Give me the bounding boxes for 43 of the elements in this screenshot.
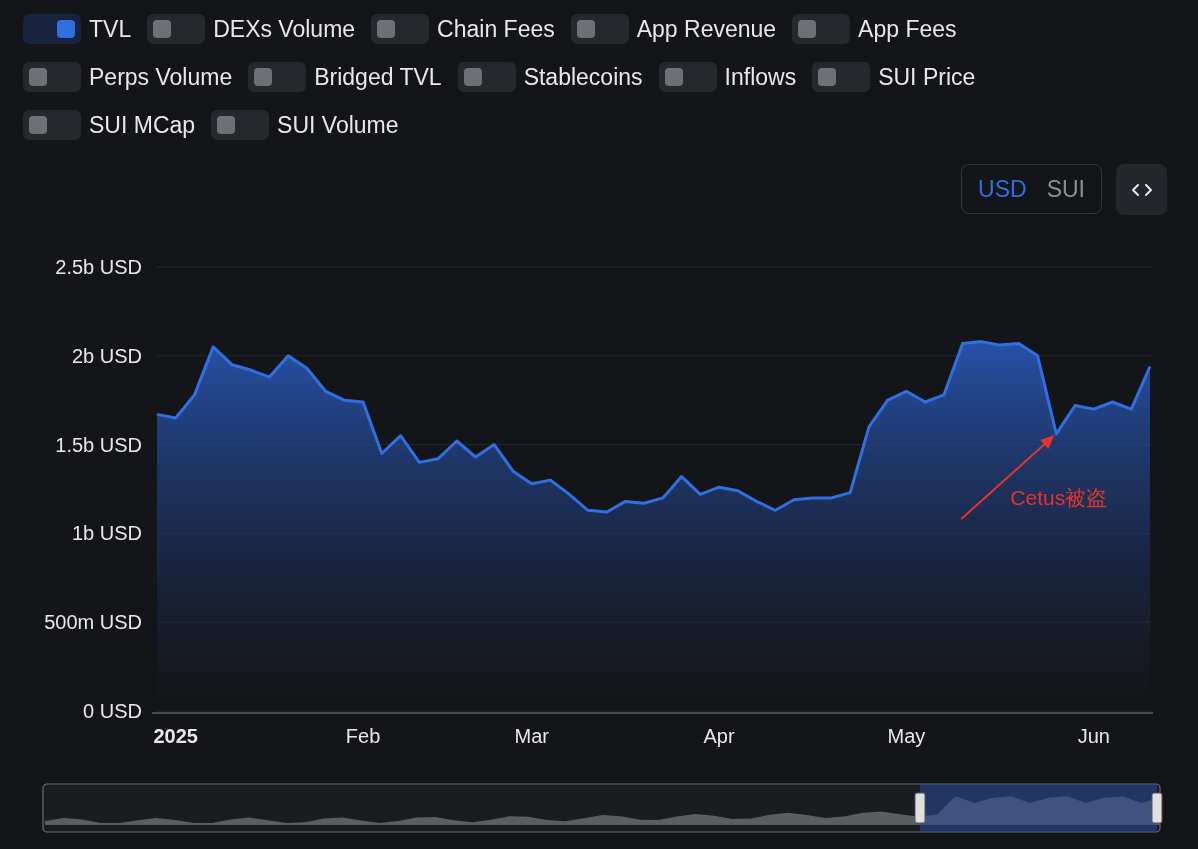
- x-axis-label: Apr: [703, 725, 735, 747]
- toggle-label: SUI MCap: [89, 111, 196, 139]
- toggle-switch[interactable]: [658, 62, 717, 92]
- toggle-switch[interactable]: [812, 62, 871, 92]
- toggle-label: Perps Volume: [89, 63, 233, 91]
- toggle-label: SUI Volume: [277, 111, 399, 139]
- toggle-label: TVL: [89, 15, 132, 43]
- range-handle[interactable]: [1151, 792, 1163, 824]
- toggle-label: Inflows: [724, 63, 797, 91]
- y-axis-label: 500m USD: [44, 611, 142, 634]
- y-axis-label: 1.5b USD: [55, 433, 142, 456]
- currency-tab[interactable]: SUI: [1036, 165, 1095, 213]
- annotation-label: Cetus被盗: [1010, 485, 1108, 509]
- toggle-switch[interactable]: [792, 14, 851, 44]
- y-axis-label: 1b USD: [71, 522, 142, 545]
- y-axis-label: 0 USD: [83, 700, 142, 722]
- toggle-switch[interactable]: [147, 14, 206, 44]
- toggle-label: DEXs Volume: [213, 15, 356, 43]
- embed-button[interactable]: [1116, 164, 1167, 215]
- x-axis-label: May: [887, 725, 926, 747]
- toggle-switch[interactable]: [23, 110, 81, 140]
- toggle-label: Chain Fees: [437, 15, 555, 43]
- toggle-label: SUI Price: [878, 63, 976, 91]
- x-axis-label: Feb: [345, 725, 381, 747]
- toggle-label: Stablecoins: [523, 63, 643, 91]
- toggle-switch[interactable]: [23, 14, 81, 44]
- toggle-switch[interactable]: [371, 14, 430, 44]
- toggle-switch[interactable]: [457, 62, 516, 92]
- x-axis-label: 2025: [153, 725, 198, 747]
- toggle-switch[interactable]: [23, 62, 81, 92]
- toggle-label: App Fees: [858, 15, 957, 43]
- x-axis-label: Jun: [1077, 725, 1110, 747]
- toggle-label: Bridged TVL: [314, 63, 442, 91]
- toggle-switch[interactable]: [211, 110, 270, 140]
- y-axis-label: 2b USD: [71, 344, 142, 367]
- x-axis-label: Mar: [514, 725, 549, 747]
- toggle-switch[interactable]: [570, 14, 629, 44]
- range-handle[interactable]: [914, 792, 926, 824]
- toggle-switch[interactable]: [248, 62, 307, 92]
- y-axis-label: 2.5b USD: [55, 256, 142, 278]
- toggle-label: App Revenue: [636, 15, 777, 43]
- code-icon: [1131, 182, 1152, 197]
- currency-tab[interactable]: USD: [968, 165, 1037, 213]
